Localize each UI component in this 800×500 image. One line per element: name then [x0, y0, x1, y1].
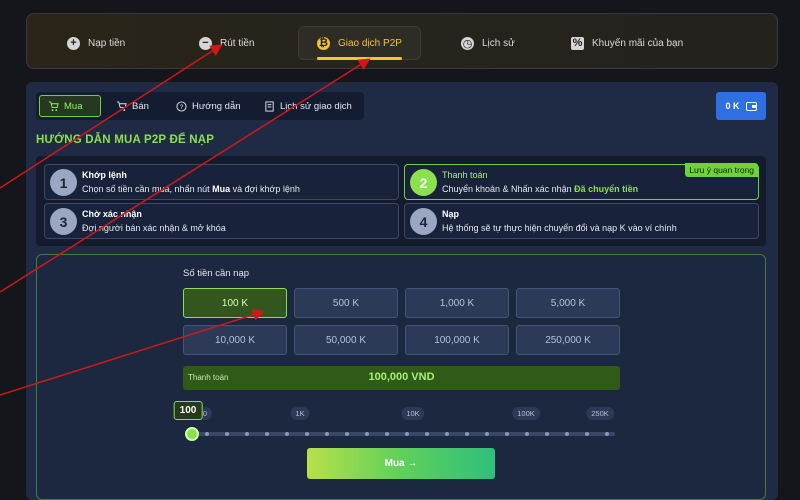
tab-sell[interactable]: Bán — [108, 95, 157, 117]
nav-deposit[interactable]: + Nạp tiền — [67, 26, 125, 60]
cart-icon — [48, 100, 59, 111]
amount-option[interactable]: 1,000 K — [405, 288, 509, 318]
nav-promotions-label: Khuyến mãi của bạn — [592, 37, 684, 49]
important-note-badge[interactable]: Lưu ý quan trọng — [685, 163, 758, 177]
slider-step-dot — [225, 432, 229, 436]
tab-guide-label: Hướng dẫn — [192, 100, 241, 112]
slider-step-dot — [205, 432, 209, 436]
amount-label: Số tiền cần nạp — [183, 268, 250, 279]
slider-step-dot — [325, 432, 329, 436]
tab-guide[interactable]: ? Hướng dẫn — [168, 95, 249, 117]
step-1: 1 Khớp lệnh Chọn số tiền cần mua, nhấn n… — [44, 164, 399, 200]
slider-step-dot — [545, 432, 549, 436]
step-number: 4 — [410, 208, 437, 235]
amount-option[interactable]: 500 K — [294, 288, 398, 318]
guide-steps: 1 Khớp lệnh Chọn số tiền cần mua, nhấn n… — [36, 156, 766, 246]
tab-transaction-history-label: Lịch sử giao dịch — [280, 100, 352, 112]
slider-step-dot — [365, 432, 369, 436]
nav-promotions[interactable]: % Khuyến mãi của bạn — [571, 26, 683, 60]
nav-deposit-label: Nạp tiền — [88, 37, 126, 49]
nav-history[interactable]: ◷ Lịch sử — [461, 26, 515, 60]
slider-handle[interactable] — [185, 427, 199, 441]
slider-step-dot — [445, 432, 449, 436]
step-title: Thanh toán — [442, 170, 488, 180]
nav-withdraw[interactable]: − Rút tiền — [199, 26, 254, 60]
step-desc-text: Chuyển khoản & Nhấn xác nhận — [442, 184, 575, 194]
payment-total-value: 100,000 VND — [368, 371, 435, 383]
nav-history-label: Lịch sử — [482, 37, 515, 49]
step-desc: Chuyển khoản & Nhấn xác nhận Đã chuyển t… — [442, 184, 638, 194]
slider-step-dot — [485, 432, 489, 436]
slider-step-dot — [465, 432, 469, 436]
step-2: 2 Thanh toán Chuyển khoản & Nhấn xác nhậ… — [404, 163, 759, 200]
tab-sell-label: Bán — [132, 100, 149, 112]
tab-buy-label: Mua — [64, 100, 83, 112]
slider-tick[interactable]: 250K — [586, 407, 614, 420]
step-desc-text: Chọn số tiền cần mua, nhấn nút — [82, 184, 213, 194]
slider-tick[interactable]: 100K — [512, 407, 540, 420]
slider-step-dot — [385, 432, 389, 436]
slider-step-dot — [285, 432, 289, 436]
buy-button[interactable]: Mua → — [307, 448, 495, 479]
wallet-icon — [745, 102, 757, 111]
p2p-panel: Mua Bán ? Hướng dẫn Lịch sử giao dịch 0 … — [26, 82, 778, 500]
step-desc: Hệ thống sẽ tự thực hiện chuyển đổi và n… — [442, 223, 677, 233]
tab-transaction-history[interactable]: Lịch sử giao dịch — [256, 95, 360, 117]
slider-step-dot — [245, 432, 249, 436]
coin-icon: ₿ — [317, 36, 330, 50]
tab-buy[interactable]: Mua — [39, 95, 101, 117]
minus-icon: − — [199, 36, 212, 50]
slider-step-dot — [425, 432, 429, 436]
slider-step-dot — [305, 432, 309, 436]
amount-selector: Số tiền cần nạp 100 K 500 K 1,000 K 5,00… — [36, 254, 766, 500]
slider-step-dot — [565, 432, 569, 436]
step-desc-text: và đợi khớp lệnh — [230, 184, 300, 194]
amount-option[interactable]: 100,000 K — [405, 325, 509, 355]
clock-icon: ◷ — [461, 36, 474, 50]
slider-step-dot — [405, 432, 409, 436]
step-desc: Đợi người bán xác nhận & mở khóa — [82, 223, 226, 233]
step-title: Chờ xác nhận — [82, 209, 142, 219]
amount-option[interactable]: 50,000 K — [294, 325, 398, 355]
wallet-balance: 0 K — [725, 101, 740, 111]
amount-slider[interactable]: 0 1K 10K 100K 250K 100 — [173, 401, 615, 447]
slider-current-value: 100 — [173, 401, 203, 420]
step-title: Nạp — [442, 209, 460, 219]
payment-total: Thanh toán 100,000 VND — [183, 366, 620, 390]
slider-step-dot — [265, 432, 269, 436]
discount-icon: % — [571, 36, 584, 50]
step-desc-bold: Mua — [212, 184, 231, 194]
plus-icon: + — [67, 36, 80, 50]
top-nav: + Nạp tiền − Rút tiền ₿ Giao dịch P2P ◷ … — [26, 13, 778, 69]
p2p-tabs: Mua Bán ? Hướng dẫn Lịch sử giao dịch — [36, 92, 364, 120]
amount-option[interactable]: 5,000 K — [516, 288, 620, 318]
slider-step-dot — [605, 432, 609, 436]
amount-option[interactable]: 100 K — [183, 288, 287, 318]
slider-tick[interactable]: 1K — [290, 407, 310, 420]
cart-icon — [116, 100, 127, 111]
step-number: 1 — [50, 169, 77, 196]
step-3: 3 Chờ xác nhận Đợi người bán xác nhận & … — [44, 203, 399, 239]
svg-text:?: ? — [180, 103, 184, 110]
slider-step-dot — [585, 432, 589, 436]
wallet-balance-button[interactable]: 0 K — [716, 92, 766, 120]
step-desc: Chọn số tiền cần mua, nhấn nút Mua và đợ… — [82, 184, 300, 194]
amount-option[interactable]: 10,000 K — [183, 325, 287, 355]
step-number: 3 — [50, 208, 77, 235]
step-title: Khớp lệnh — [82, 170, 127, 180]
guide-title: HƯỚNG DẪN MUA P2P ĐỂ NẠP — [36, 134, 215, 146]
nav-p2p[interactable]: ₿ Giao dịch P2P — [298, 26, 421, 60]
step-number: 2 — [410, 169, 437, 196]
slider-step-dot — [345, 432, 349, 436]
receipt-icon — [265, 100, 274, 112]
slider-step-dot — [505, 432, 509, 436]
help-icon: ? — [176, 100, 187, 112]
step-desc-highlight: Đã chuyển tiền — [574, 184, 639, 194]
nav-p2p-label: Giao dịch P2P — [338, 37, 402, 49]
slider-step-dot — [525, 432, 529, 436]
nav-withdraw-label: Rút tiền — [220, 37, 255, 49]
amount-option[interactable]: 250,000 K — [516, 325, 620, 355]
step-4: 4 Nạp Hệ thống sẽ tự thực hiện chuyển đổ… — [404, 203, 759, 239]
slider-tick[interactable]: 10K — [401, 407, 425, 420]
